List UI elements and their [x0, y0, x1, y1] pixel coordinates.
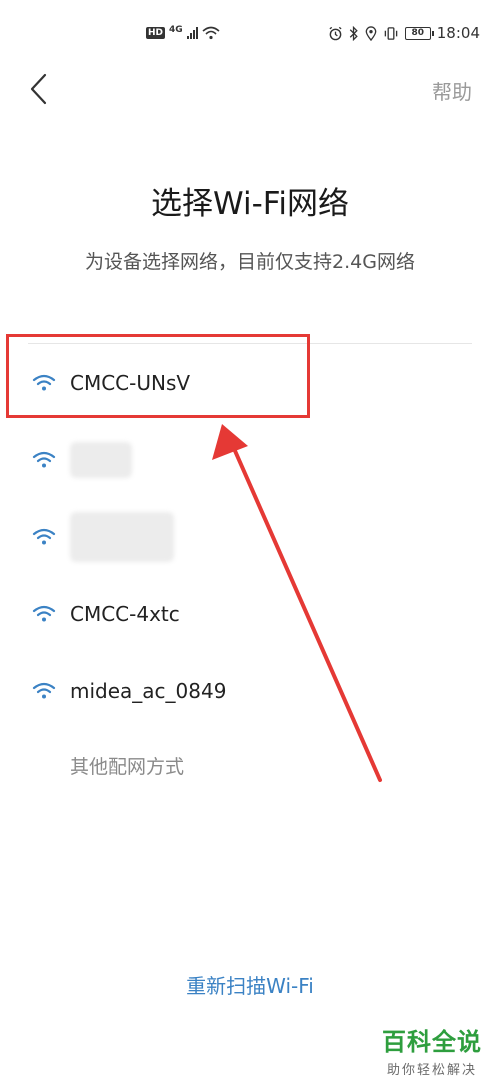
- annotation-highlight-box: [6, 334, 310, 418]
- alarm-icon: [329, 26, 342, 40]
- bluetooth-icon: [349, 25, 358, 41]
- obscured-network-name: [70, 511, 174, 562]
- hd-voice-icon: HD: [146, 27, 166, 39]
- wifi-icon: [32, 603, 58, 625]
- battery-icon: 80: [404, 26, 434, 40]
- location-icon: [365, 25, 377, 41]
- chevron-left-icon: [30, 73, 47, 105]
- status-left: HD 4G: [146, 25, 220, 40]
- watermark-title: 百科全说: [382, 1028, 482, 1056]
- page-title: 选择Wi-Fi网络: [151, 186, 349, 222]
- page-subtitle: 为设备选择网络，目前仅支持2.4G网络: [85, 251, 415, 273]
- watermark-subtitle: 助你轻松解决: [386, 1063, 477, 1078]
- wifi-icon: [32, 680, 58, 702]
- rescan-wifi-button[interactable]: 重新扫描Wi-Fi: [0, 970, 500, 999]
- obscured-network-name: [70, 441, 132, 478]
- status-bar: HD 4G 80 18:04: [0, 0, 500, 60]
- clock-time: 18:04: [436, 24, 480, 42]
- other-config-methods-link[interactable]: 其他配网方式: [70, 752, 184, 779]
- status-right: 80 18:04: [328, 24, 480, 42]
- wifi-network-item[interactable]: midea_ac_0849: [0, 652, 500, 729]
- wifi-network-name: midea_ac_0849: [70, 678, 227, 703]
- help-button[interactable]: 帮助: [432, 76, 472, 105]
- wifi-icon: [32, 449, 58, 471]
- wifi-network-item[interactable]: CMCC-4xtc: [0, 575, 500, 652]
- vibrate-icon: [384, 26, 398, 40]
- wifi-network-name: CMCC-4xtc: [70, 601, 180, 626]
- wifi-icon: [32, 526, 58, 548]
- wifi-network-item[interactable]: [0, 498, 500, 575]
- watermark-logo: 百科全说 助你轻松解决: [382, 1022, 482, 1078]
- network-type-label: 4G: [169, 25, 183, 35]
- wifi-network-item[interactable]: [0, 421, 500, 498]
- wifi-status-icon: [202, 26, 220, 40]
- signal-strength-icon: [186, 27, 198, 39]
- back-button[interactable]: [22, 72, 56, 106]
- wifi-selection-screen: HD 4G 80 18:04 帮助 选择Wi-Fi网络 为设备选择网络，目前仅支…: [0, 0, 500, 1084]
